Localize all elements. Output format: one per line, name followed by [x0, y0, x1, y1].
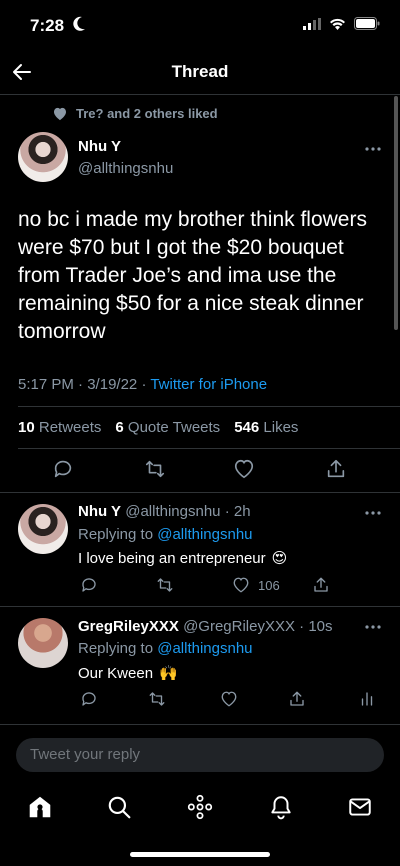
- likes-label: Likes: [263, 419, 299, 436]
- like-icon[interactable]: [233, 458, 255, 480]
- replying-to-user-link[interactable]: @allthingsnhu: [157, 640, 252, 657]
- tweet-time: 5:17 PM: [18, 376, 74, 393]
- like-icon[interactable]: [232, 576, 250, 594]
- replying-to-prefix: Replying to: [78, 526, 154, 543]
- actions-divider: [0, 492, 400, 493]
- stats-divider: [18, 448, 400, 449]
- reply-body: I love being an entrepreneur: [78, 549, 266, 567]
- retweets-count: 10: [18, 419, 35, 436]
- composer-divider: [0, 724, 400, 725]
- retweets-stat[interactable]: 10 Retweets: [18, 419, 101, 436]
- liked-by-text: Tre? and 2 others liked: [76, 106, 218, 121]
- avatar[interactable]: [18, 618, 68, 668]
- avatar[interactable]: [18, 132, 68, 182]
- scrollbar[interactable]: [394, 96, 398, 330]
- liked-by-context[interactable]: Tre? and 2 others liked: [52, 106, 218, 121]
- status-bar: 7:28: [0, 0, 400, 50]
- tweet-reply-input[interactable]: Tweet your reply: [16, 738, 384, 772]
- replying-to-user-link[interactable]: @allthingsnhu: [157, 526, 252, 543]
- tweet-stats: 10 Retweets 6 Quote Tweets 546 Likes: [18, 419, 298, 436]
- nav-header: Thread: [0, 50, 400, 94]
- more-options-icon[interactable]: [364, 510, 382, 516]
- reply-icon[interactable]: [80, 690, 98, 708]
- home-icon[interactable]: [27, 794, 53, 820]
- heart-eyes-emoji: 😍: [271, 550, 288, 567]
- analytics-icon[interactable]: [358, 690, 376, 708]
- reply-text: I love being an entrepreneur 😍: [78, 549, 288, 568]
- quotes-label: Quote Tweets: [127, 419, 221, 436]
- replying-to-prefix: Replying to: [78, 640, 154, 657]
- like-icon[interactable]: [220, 690, 238, 708]
- reply-time: 10s: [308, 618, 333, 635]
- retweet-icon[interactable]: [148, 690, 166, 708]
- quotes-stat[interactable]: 6 Quote Tweets: [115, 419, 220, 436]
- home-indicator[interactable]: [130, 852, 270, 857]
- author-handle[interactable]: @allthingsnhu: [78, 160, 173, 177]
- battery-icon: [354, 17, 380, 30]
- share-icon[interactable]: [312, 576, 330, 594]
- more-options-icon[interactable]: [364, 624, 382, 630]
- messages-icon[interactable]: [347, 794, 373, 820]
- retweets-label: Retweets: [38, 419, 102, 436]
- replying-to: Replying to @allthingsnhu: [78, 526, 253, 543]
- notifications-icon[interactable]: [268, 794, 294, 820]
- search-icon[interactable]: [106, 794, 132, 820]
- likes-stat[interactable]: 546 Likes: [234, 419, 298, 436]
- status-time: 7:28: [30, 16, 65, 35]
- reply-time: 2h: [233, 503, 251, 520]
- replying-to: Replying to @allthingsnhu: [78, 640, 253, 657]
- quotes-count: 6: [115, 419, 124, 436]
- reply-header: Nhu Y @allthingsnhu · 2h: [78, 503, 251, 520]
- retweet-icon[interactable]: [144, 458, 166, 480]
- retweet-icon[interactable]: [156, 576, 174, 594]
- author-name[interactable]: Nhu Y: [78, 138, 121, 155]
- reply-header: GregRileyXXX @GregRileyXXX · 10s: [78, 618, 333, 635]
- avatar[interactable]: [18, 504, 68, 554]
- raised-hands-emoji: 🙌: [159, 665, 178, 682]
- meta-divider: [18, 406, 400, 407]
- share-icon[interactable]: [288, 690, 306, 708]
- reply-author-name[interactable]: GregRileyXXX: [78, 618, 179, 635]
- page-title: Thread: [171, 62, 229, 81]
- more-options-icon[interactable]: [364, 146, 382, 152]
- reply-icon[interactable]: [52, 458, 74, 480]
- header-divider: [0, 94, 400, 95]
- spaces-icon[interactable]: [187, 794, 213, 820]
- reply-author-name[interactable]: Nhu Y: [78, 503, 121, 520]
- reply-author-handle[interactable]: @GregRileyXXX: [183, 618, 295, 635]
- share-icon[interactable]: [325, 458, 347, 480]
- tweet-date: 3/19/22: [87, 376, 138, 393]
- tab-bar: [0, 778, 400, 838]
- heart-filled-icon: [54, 107, 66, 121]
- reply-divider: [0, 606, 400, 607]
- tweet-source-link[interactable]: Twitter for iPhone: [150, 376, 267, 393]
- reply-text: Our Kween 🙌: [78, 664, 178, 683]
- reply-body: Our Kween: [78, 664, 154, 682]
- do-not-disturb-moon-icon: [73, 16, 85, 31]
- reply-author-handle[interactable]: @allthingsnhu: [125, 503, 220, 520]
- status-indicators: [303, 17, 380, 30]
- cellular-signal-icon: [303, 17, 321, 30]
- like-count: 106: [258, 578, 280, 593]
- tweet-meta: 5:17 PM · 3/19/22 · Twitter for iPhone: [18, 376, 268, 393]
- likes-count: 546: [234, 419, 260, 436]
- wifi-icon: [330, 18, 345, 30]
- reply-icon[interactable]: [80, 576, 98, 594]
- tweet-text: no bc i made my brother think flowers we…: [18, 208, 367, 343]
